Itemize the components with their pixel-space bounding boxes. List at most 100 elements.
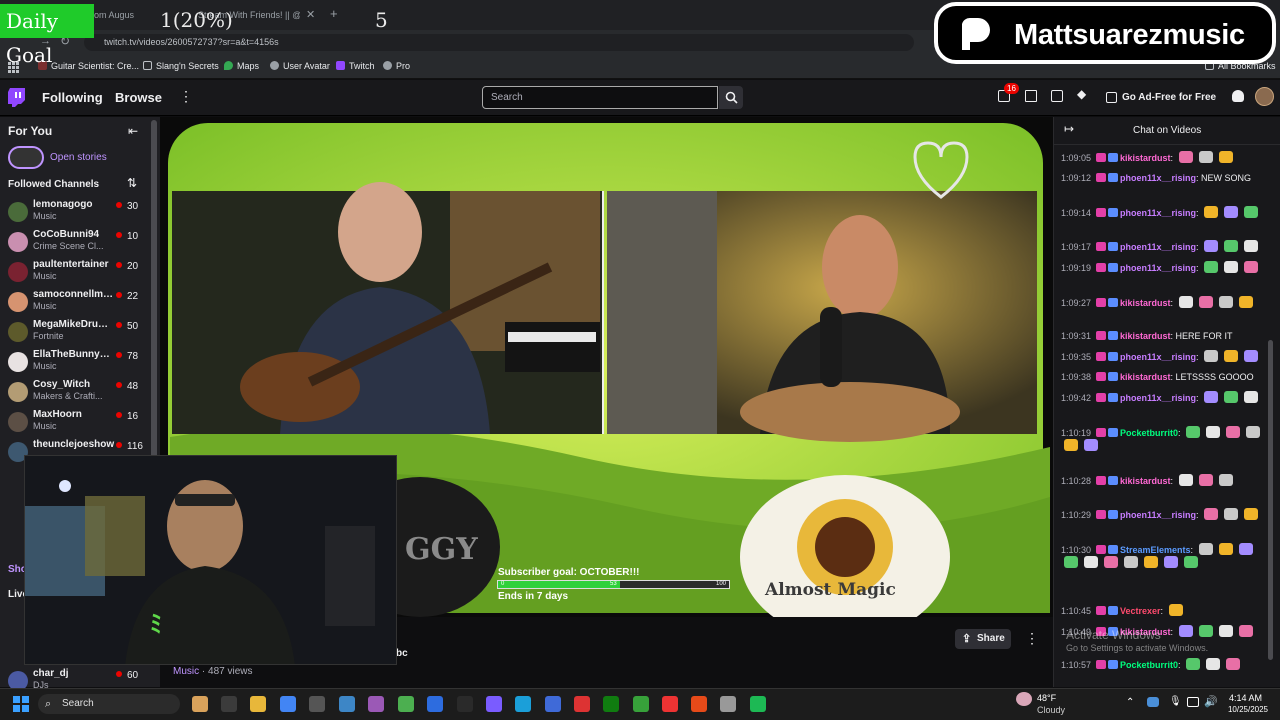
chat-emote-icon xyxy=(1204,508,1219,520)
messages-icon[interactable] xyxy=(1025,90,1037,102)
nav-browse[interactable]: Browse xyxy=(115,90,162,105)
bookmark-twitch[interactable]: Twitch xyxy=(336,61,375,71)
chat-username[interactable]: Pocketburrit0 xyxy=(1120,428,1178,438)
new-tab-icon[interactable]: + xyxy=(330,6,338,21)
chat-scrollbar[interactable] xyxy=(1268,340,1273,660)
sidebar-channel[interactable]: Cosy_Witch Makers & Crafti... 48 xyxy=(0,378,150,408)
badge-icon xyxy=(1096,545,1106,554)
url-field[interactable]: twitch.tv/videos/2600572737?sr=a&t=4156s xyxy=(84,34,914,51)
taskbar-app-icon[interactable] xyxy=(515,696,531,712)
weather-temp[interactable]: 48°F xyxy=(1037,693,1056,703)
bookmark-user-avatar[interactable]: User Avatar xyxy=(270,61,330,71)
bookmark-guitar-scientist[interactable]: Guitar Scientist: Cre... xyxy=(38,61,139,71)
collapse-sidebar-icon[interactable]: ⇤ xyxy=(128,124,138,138)
chat-username[interactable]: Pocketburrit0 xyxy=(1120,660,1178,670)
sidebar-channel[interactable]: samoconnellmu... Music 22 xyxy=(0,288,150,318)
chat-emote-icon xyxy=(1224,350,1239,362)
chat-username[interactable]: phoen11x__rising xyxy=(1120,393,1196,403)
chat-username[interactable]: phoen11x__rising xyxy=(1120,352,1196,362)
taskbar-app-icon[interactable] xyxy=(662,696,678,712)
clock-date[interactable]: 10/25/2025 xyxy=(1222,705,1268,714)
sidebar-channel[interactable]: MaxHoorn Music 16 xyxy=(0,408,150,438)
close-tab-icon[interactable]: ✕ xyxy=(306,8,315,21)
taskbar-app-icon[interactable] xyxy=(720,696,736,712)
taskbar-app-icon[interactable] xyxy=(486,696,502,712)
bookmark-slangn-secrets[interactable]: Slang'n Secrets xyxy=(143,61,219,71)
user-avatar[interactable] xyxy=(1255,87,1274,106)
chat-username[interactable]: phoen11x__rising xyxy=(1120,208,1196,218)
bookmark-maps[interactable]: Maps xyxy=(224,61,259,71)
chat-username[interactable]: kikistardust xyxy=(1120,298,1171,308)
chat-username[interactable]: Vectrexer xyxy=(1120,606,1161,616)
bookmark-pro[interactable]: Pro xyxy=(383,61,410,71)
twitch-logo-icon[interactable] xyxy=(8,88,25,107)
sidebar-channel[interactable]: MegaMikeDrum... Fortnite 50 xyxy=(0,318,150,348)
taskbar-app-icon[interactable] xyxy=(339,696,355,712)
taskbar-app-icon[interactable] xyxy=(221,696,237,712)
share-button[interactable]: ⇪ Share xyxy=(955,629,1011,649)
sidebar-channel[interactable]: CoCoBunni94 Crime Scene Cl... 10 xyxy=(0,228,150,258)
more-menu-icon[interactable]: ⋮ xyxy=(179,88,193,105)
chat-message: 1:09:31 kikistardust: HERE FOR IT xyxy=(1061,330,1269,342)
windows-start-icon[interactable] xyxy=(13,696,29,712)
clock-time[interactable]: 4:14 AM xyxy=(1222,693,1262,703)
nav-following[interactable]: Following xyxy=(42,90,103,105)
badge-icon xyxy=(1108,331,1118,340)
collapse-chat-icon[interactable]: ↦ xyxy=(1064,122,1074,136)
daily-goal-target: 5 xyxy=(375,8,388,32)
taskbar-app-icon[interactable] xyxy=(368,696,384,712)
taskbar-app-icon[interactable] xyxy=(633,696,649,712)
taskbar-app-icon[interactable] xyxy=(545,696,561,712)
chat-username[interactable]: phoen11x__rising xyxy=(1120,510,1196,520)
taskbar-search[interactable]: ⌕ Search xyxy=(38,694,180,714)
chat-username[interactable]: phoen11x__rising xyxy=(1120,173,1196,183)
taskbar-app-icon[interactable] xyxy=(750,696,766,712)
chat-emote-icon xyxy=(1178,474,1193,486)
chat-timestamp: 1:09:19 xyxy=(1061,263,1092,273)
taskbar-app-icon[interactable] xyxy=(691,696,707,712)
sidebar-channel[interactable]: EllaTheBunnyM... Music 78 xyxy=(0,348,150,378)
onedrive-icon[interactable] xyxy=(1147,697,1159,707)
go-ad-free-button[interactable]: Go Ad-Free for Free xyxy=(1104,88,1216,108)
search-input[interactable]: Search xyxy=(482,86,718,109)
bookmark-label: Guitar Scientist: Cre... xyxy=(51,61,140,71)
stories-avatars[interactable] xyxy=(8,146,44,169)
sidebar-channel[interactable]: lemonagogo Music 30 xyxy=(0,198,150,228)
chat-username[interactable]: StreamElements xyxy=(1120,545,1191,555)
bits-icon[interactable]: ◆ xyxy=(1077,87,1086,101)
chat-username[interactable]: phoen11x__rising xyxy=(1120,242,1196,252)
volume-icon[interactable]: 🔊 xyxy=(1204,695,1218,708)
taskbar-app-icon[interactable] xyxy=(280,696,296,712)
taskbar-app-icon[interactable] xyxy=(574,696,590,712)
tray-overflow-icon[interactable]: ⌃ xyxy=(1126,697,1134,708)
sort-icon[interactable]: ⇅ xyxy=(127,176,137,190)
search-button[interactable] xyxy=(719,86,743,109)
globe-icon xyxy=(270,61,279,70)
taskbar-app-icon[interactable] xyxy=(192,696,208,712)
chat-username[interactable]: kikistardust xyxy=(1120,476,1171,486)
taskbar-app-icon[interactable] xyxy=(603,696,619,712)
taskbar-app-icon[interactable] xyxy=(398,696,414,712)
taskbar-app-icon[interactable] xyxy=(309,696,325,712)
bookmark-label: Slang'n Secrets xyxy=(156,61,219,71)
open-stories-link[interactable]: Open stories xyxy=(50,152,107,163)
taskbar-app-icon[interactable] xyxy=(457,696,473,712)
chat-username[interactable]: phoen11x__rising xyxy=(1120,263,1196,273)
more-options-icon[interactable]: ⋮ xyxy=(1025,630,1039,647)
network-icon[interactable] xyxy=(1187,697,1199,707)
badge-icon xyxy=(1096,263,1106,272)
microphone-icon[interactable]: 🎙 xyxy=(1169,696,1182,707)
chat-username[interactable]: kikistardust xyxy=(1120,372,1171,382)
taskbar-app-icon[interactable] xyxy=(427,696,443,712)
prime-crown-icon[interactable] xyxy=(1232,90,1244,102)
whispers-icon[interactable] xyxy=(1051,90,1063,102)
chat-username[interactable]: kikistardust xyxy=(1120,153,1171,163)
chat-message: 1:10:57 Pocketburrit0: xyxy=(1061,658,1269,671)
chat-message: 1:09:38 kikistardust: LETSSSS GOOOO xyxy=(1061,371,1269,383)
chat-emote-icon xyxy=(1204,206,1219,218)
taskbar-app-icon[interactable] xyxy=(250,696,266,712)
category-link[interactable]: Music xyxy=(173,666,199,677)
sidebar-channel[interactable]: paultentertainer Music 20 xyxy=(0,258,150,288)
bookmark-label: Maps xyxy=(237,61,260,71)
chat-username[interactable]: kikistardust xyxy=(1120,331,1171,341)
